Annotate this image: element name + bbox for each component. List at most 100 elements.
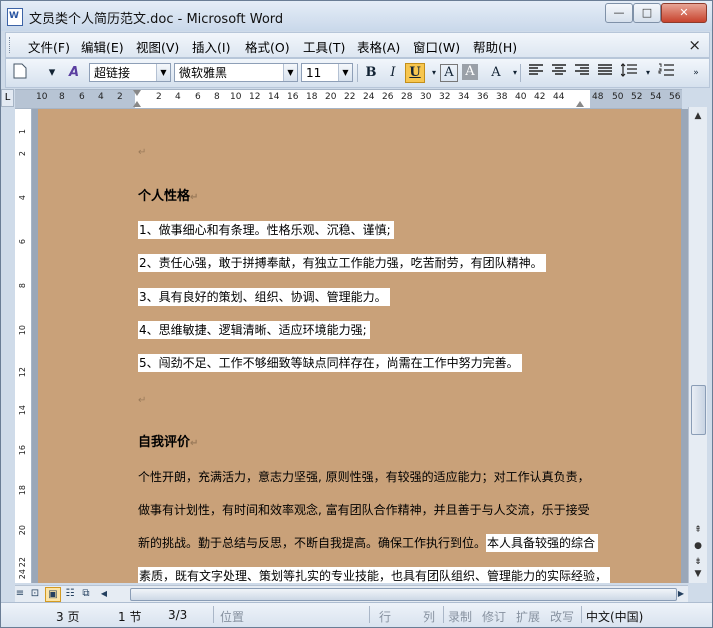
- font-select[interactable]: 微软雅黑 ▼: [174, 63, 298, 82]
- menu-tools[interactable]: 工具(T): [303, 37, 345, 56]
- list-item[interactable]: 5、闯劲不足、工作不够细致等缺点同样存在，尚需在工作中努力完善。: [138, 354, 522, 372]
- status-ext[interactable]: 扩展: [516, 608, 540, 625]
- toolbar-options-chevron-icon[interactable]: ▾: [42, 63, 62, 83]
- horizontal-scroll-thumb[interactable]: [130, 588, 677, 601]
- web-layout-view-icon[interactable]: ⊡: [28, 587, 42, 600]
- menu-insert[interactable]: 插入(I): [192, 37, 230, 56]
- character-scaling-button[interactable]: A: [486, 63, 506, 83]
- list-item[interactable]: 3、具有良好的策划、组织、协调、管理能力。: [138, 288, 390, 306]
- word-app-icon[interactable]: W: [7, 8, 23, 26]
- menu-window[interactable]: 窗口(W): [413, 37, 460, 56]
- bold-button[interactable]: B: [361, 63, 381, 83]
- outline-view-icon[interactable]: ☷: [63, 587, 77, 600]
- minimize-button[interactable]: —: [605, 3, 633, 23]
- style-select[interactable]: 超链接 ▼: [89, 63, 171, 82]
- character-shading-button[interactable]: A: [462, 64, 478, 80]
- new-document-icon[interactable]: [10, 63, 30, 83]
- document-close-icon[interactable]: ×: [688, 36, 701, 54]
- align-right-icon[interactable]: [572, 63, 592, 83]
- status-language[interactable]: 中文(中国): [586, 608, 643, 625]
- scroll-up-icon[interactable]: ▲: [691, 109, 705, 123]
- chevron-down-icon[interactable]: ▼: [283, 64, 297, 81]
- menu-grip[interactable]: [9, 37, 13, 53]
- menu-view[interactable]: 视图(V): [136, 37, 179, 56]
- document-page[interactable]: ↵ 个人性格↵ 1、做事细心和有条理。性格乐观、沉稳、谨慎; 2、责任心强，敢于…: [38, 109, 681, 583]
- reading-layout-view-icon[interactable]: ⧉: [79, 587, 93, 600]
- vruler-number: 20: [18, 525, 27, 536]
- italic-button[interactable]: I: [383, 63, 403, 83]
- heading-text: 自我评价: [138, 435, 191, 450]
- ruler-number: 38: [496, 92, 508, 102]
- font-size-select[interactable]: 11 ▼: [301, 63, 353, 82]
- ruler-number: 10: [230, 92, 242, 102]
- heading-text: 个人性格: [138, 189, 191, 204]
- vertical-scroll-thumb[interactable]: [691, 385, 706, 435]
- scroll-left-icon[interactable]: ◀: [97, 587, 111, 600]
- status-position: 位置: [220, 610, 245, 624]
- menu-edit[interactable]: 编辑(E): [81, 37, 124, 56]
- ruler-number: 24: [363, 92, 375, 102]
- print-layout-view-icon[interactable]: ▣: [45, 587, 61, 602]
- vruler-number: 8: [18, 283, 27, 289]
- vruler-number: 6: [18, 239, 27, 245]
- vruler-number: 16: [18, 445, 27, 456]
- ruler-number: 8: [59, 92, 65, 102]
- status-column: 列: [423, 610, 436, 624]
- horizontal-ruler[interactable]: 10 8 6 4 2 2 4 6 8 10 12 14 16 18 20 22 …: [15, 89, 682, 109]
- toolbar-overflow-chevron-icon[interactable]: »: [686, 63, 706, 83]
- paragraph-mark: ↵: [138, 395, 147, 406]
- align-left-icon[interactable]: [526, 63, 546, 83]
- align-center-icon[interactable]: [549, 63, 569, 83]
- status-rec[interactable]: 录制: [448, 608, 472, 625]
- status-ovr[interactable]: 改写: [550, 608, 574, 625]
- first-line-indent-marker[interactable]: [133, 90, 141, 96]
- line-spacing-icon[interactable]: [619, 63, 639, 83]
- menu-help[interactable]: 帮助(H): [473, 37, 517, 56]
- chevron-down-icon[interactable]: ▼: [338, 64, 352, 81]
- ruler-number: 34: [458, 92, 470, 102]
- style-select-value: 超链接: [94, 66, 131, 80]
- body-line[interactable]: 新的挑战。勤于总结与反思，不断自我提高。确保工作执行到位。本人具备较强的综合: [138, 534, 599, 552]
- vertical-scrollbar[interactable]: ▲ ⇞ ● ⇟ ▼: [688, 107, 707, 583]
- body-line[interactable]: 做事有计划性，有时间和效率观念, 富有团队合作精神，并且善于与人交流，乐于接受: [138, 501, 590, 518]
- scaling-dropdown-icon[interactable]: ▾: [505, 63, 525, 83]
- character-border-button[interactable]: A: [440, 64, 458, 82]
- body-line[interactable]: 个性开朗，充满活力，意志力坚强, 原则性强，有较强的适应能力；对工作认真负责，: [138, 468, 590, 485]
- section-heading[interactable]: 自我评价↵: [138, 431, 198, 450]
- previous-page-icon[interactable]: ⇞: [691, 523, 705, 537]
- normal-view-icon[interactable]: ≡: [13, 587, 27, 600]
- menu-table[interactable]: 表格(A): [357, 37, 400, 56]
- line-spacing-dropdown-icon[interactable]: ▾: [638, 63, 658, 83]
- scroll-down-icon[interactable]: ▼: [691, 567, 705, 581]
- right-indent-marker[interactable]: [576, 101, 584, 107]
- numbering-icon[interactable]: [656, 63, 676, 83]
- formatting-toolbar: ▾ A 超链接 ▼ 微软雅黑 ▼ 11 ▼ B I U ▾ A A A ▾ ▾ …: [5, 58, 710, 88]
- status-page: 3 页: [56, 610, 80, 624]
- ruler-number: 4: [175, 92, 181, 102]
- menu-format[interactable]: 格式(O): [245, 37, 290, 56]
- status-trk[interactable]: 修订: [482, 608, 506, 625]
- scroll-right-icon[interactable]: ▶: [674, 587, 688, 600]
- toolbar-separator: [520, 64, 521, 82]
- tab-selector[interactable]: L: [1, 89, 14, 107]
- distribute-icon[interactable]: [595, 63, 615, 83]
- underline-button[interactable]: U: [405, 63, 425, 83]
- horizontal-scrollbar[interactable]: ≡ ⊡ ▣ ☷ ⧉ ◀ ▶: [15, 585, 688, 602]
- chevron-down-icon[interactable]: ▼: [156, 64, 170, 81]
- styles-and-formatting-icon[interactable]: A: [64, 63, 84, 83]
- vertical-ruler[interactable]: 1 2 4 6 8 10 12 14 16 18 20 22 24: [15, 109, 32, 583]
- ruler-number: 42: [534, 92, 546, 102]
- list-item-text: 4、思维敏捷、逻辑清晰、适应环境能力强;: [138, 321, 370, 339]
- hanging-indent-marker[interactable]: [133, 101, 141, 107]
- section-heading[interactable]: 个人性格↵: [138, 185, 198, 204]
- maximize-button[interactable]: □: [633, 3, 661, 23]
- body-line[interactable]: 素质，既有文字处理、策划等扎实的专业技能，也具有团队组织、管理能力的实际经验，: [138, 567, 611, 583]
- list-item[interactable]: 4、思维敏捷、逻辑清晰、适应环境能力强;: [138, 321, 370, 339]
- close-window-button[interactable]: ✕: [661, 3, 707, 23]
- document-area[interactable]: ↵ 个人性格↵ 1、做事细心和有条理。性格乐观、沉稳、谨慎; 2、责任心强，敢于…: [32, 109, 688, 583]
- list-item[interactable]: 1、做事细心和有条理。性格乐观、沉稳、谨慎;: [138, 221, 394, 239]
- menu-file[interactable]: 文件(F): [28, 37, 70, 56]
- select-browse-object-icon[interactable]: ●: [691, 539, 705, 553]
- ruler-number: 20: [325, 92, 337, 102]
- list-item[interactable]: 2、责任心强，敢于拼搏奉献，有独立工作能力强，吃苦耐劳，有团队精神。: [138, 254, 546, 272]
